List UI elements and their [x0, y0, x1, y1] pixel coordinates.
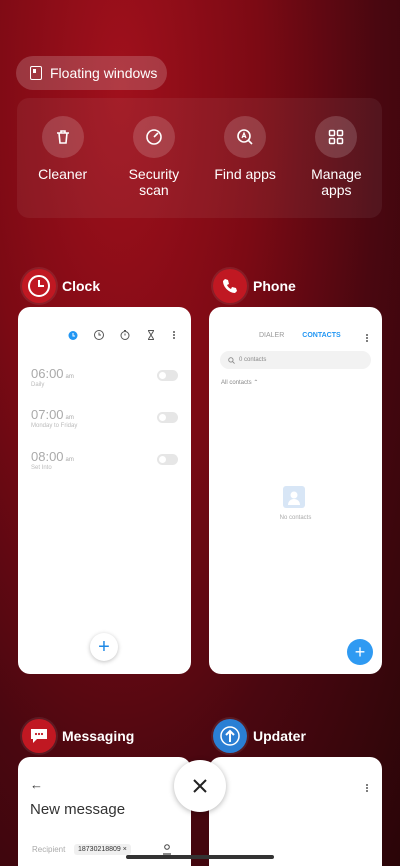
alarm-item[interactable]: 06:00 am Daily — [31, 366, 74, 388]
clear-all-button[interactable] — [174, 760, 226, 812]
updown-icon: ⌃ — [253, 380, 259, 386]
contact-placeholder-icon — [283, 486, 305, 508]
alarm-repeat: Set Into — [31, 465, 52, 471]
new-message-heading: New message — [30, 801, 126, 818]
alarm-tab-icon[interactable] — [67, 329, 79, 344]
clock-app-header: Clock — [22, 269, 100, 303]
phone-app-header: Phone — [213, 269, 296, 303]
recipient-chip[interactable]: 18730218809 × — [74, 844, 131, 855]
updater-title: Updater — [253, 728, 306, 744]
cleaner-label: Cleaner — [38, 166, 88, 182]
home-indicator[interactable] — [126, 855, 274, 859]
recipient-label: Recipient — [32, 845, 66, 854]
all-contacts-label: All contacts — [221, 380, 252, 386]
quick-tools-panel: Cleaner Security scan Find apps Manage a… — [17, 98, 382, 218]
messaging-app-card[interactable]: ← New message Recipient 18730218809 × — [18, 757, 191, 866]
more-options-icon[interactable] — [364, 781, 370, 799]
search-icon — [228, 356, 235, 364]
updater-app-card[interactable] — [209, 757, 382, 866]
phone-app-card[interactable]: DIALER CONTACTS 0 contacts All contacts … — [209, 307, 382, 674]
alarm-toggle[interactable] — [157, 412, 178, 423]
update-arrow-icon — [213, 719, 247, 753]
clock-app-card[interactable]: 06:00 am Daily 07:00 am Monday to Friday 0… — [18, 307, 191, 674]
all-contacts-filter[interactable]: All contacts ⌃ — [221, 379, 258, 386]
updater-app-header: Updater — [213, 719, 306, 753]
tab-dialer[interactable]: DIALER — [259, 332, 284, 339]
messaging-title: Messaging — [62, 728, 135, 744]
more-options-icon[interactable] — [364, 331, 370, 349]
timer-tab-icon[interactable] — [145, 329, 157, 344]
empty-state-text: No contacts — [279, 515, 312, 521]
alarm-ampm: am — [65, 374, 74, 380]
close-icon — [193, 779, 207, 793]
alarm-toggle[interactable] — [157, 454, 178, 465]
plus-icon: + — [98, 635, 110, 658]
floating-windows-button[interactable]: Floating windows — [16, 56, 167, 90]
alarm-repeat: Daily — [31, 382, 45, 388]
alarm-time: 08:00 — [31, 449, 64, 464]
alarm-item[interactable]: 07:00 am Monday to Friday — [31, 407, 77, 429]
world-clock-tab-icon[interactable] — [93, 329, 105, 344]
phone-icon — [213, 269, 247, 303]
back-arrow-icon[interactable]: ← — [30, 777, 43, 792]
alarm-time: 07:00 — [31, 407, 64, 422]
floating-windows-label: Floating windows — [50, 65, 158, 81]
search-a-icon — [224, 116, 267, 158]
alarm-time: 06:00 — [31, 366, 64, 381]
gauge-icon — [132, 116, 175, 158]
add-alarm-button[interactable]: + — [90, 633, 118, 661]
phone-tabs: DIALER CONTACTS — [259, 332, 341, 339]
alarm-item[interactable]: 08:00 am Set Into — [31, 449, 74, 471]
contacts-search-input[interactable]: 0 contacts — [220, 351, 371, 369]
message-icon — [22, 719, 56, 753]
trash-icon — [41, 116, 84, 158]
phone-title: Phone — [253, 278, 296, 294]
find-apps-button[interactable]: Find apps — [202, 116, 288, 218]
add-contact-button[interactable]: + — [347, 639, 373, 665]
find-apps-label: Find apps — [214, 166, 276, 182]
alarm-ampm: am — [65, 415, 74, 421]
alarm-ampm: am — [65, 457, 74, 463]
plus-icon: + — [354, 641, 366, 662]
more-options-icon[interactable] — [171, 329, 177, 344]
clock-title: Clock — [62, 278, 101, 294]
alarm-toggle[interactable] — [157, 370, 178, 381]
clock-toolbar — [18, 307, 191, 344]
manage-apps-label: Manage apps — [311, 166, 362, 198]
messaging-app-header: Messaging — [22, 719, 134, 753]
clock-icon — [22, 269, 56, 303]
recipient-value: 18730218809 — [78, 846, 121, 853]
stopwatch-tab-icon[interactable] — [119, 329, 131, 344]
search-placeholder: 0 contacts — [239, 357, 267, 363]
tab-contacts[interactable]: CONTACTS — [302, 332, 340, 339]
cleaner-button[interactable]: Cleaner — [20, 116, 106, 218]
security-scan-label: Security scan — [128, 166, 180, 198]
security-scan-button[interactable]: Security scan — [111, 116, 197, 218]
floating-window-icon — [30, 66, 42, 80]
grid-icon — [315, 116, 358, 158]
manage-apps-button[interactable]: Manage apps — [293, 116, 379, 218]
alarm-repeat: Monday to Friday — [31, 423, 78, 429]
